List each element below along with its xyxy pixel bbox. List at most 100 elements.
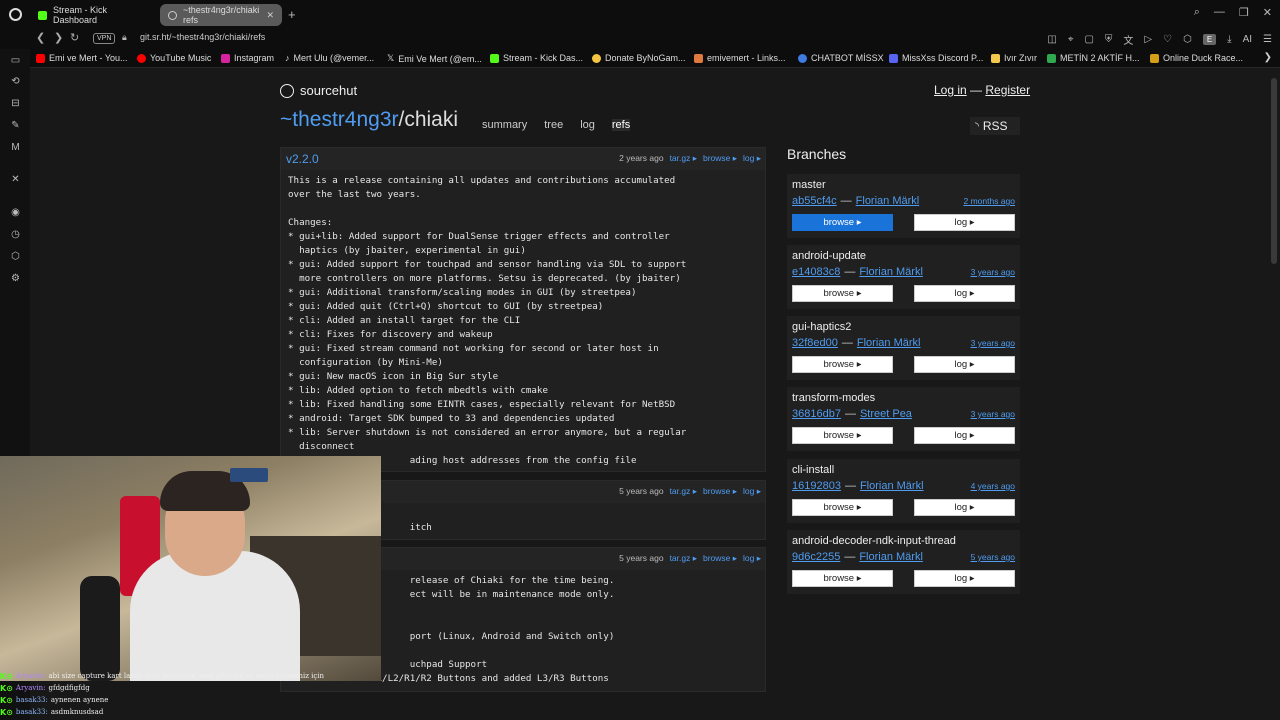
commit-age-link[interactable]: 2 months ago bbox=[963, 196, 1015, 206]
release-tag-link[interactable]: v2.2.0 bbox=[286, 152, 319, 166]
author-link[interactable]: Florian Märkl bbox=[857, 337, 921, 349]
commit-hash-link[interactable]: 16192803 bbox=[792, 480, 841, 492]
browse-button[interactable]: browse ▸ bbox=[792, 570, 893, 587]
new-tab-icon[interactable]: + bbox=[288, 7, 296, 22]
sidebar-toggle-icon[interactable]: ◫ bbox=[1047, 34, 1056, 45]
bookmark-item[interactable]: Instagram bbox=[221, 53, 274, 63]
bookmark-item[interactable]: Emi ve Mert - You... bbox=[36, 53, 128, 63]
browse-button[interactable]: browse ▸ bbox=[792, 214, 893, 231]
bookmark-item[interactable]: Online Duck Race... bbox=[1150, 53, 1243, 63]
bookmark-item[interactable]: 𝕏 Emi Ve Mert (@em... bbox=[387, 53, 482, 64]
bookmark-item[interactable]: CHATBOT MİSSX bbox=[798, 53, 884, 63]
browse-link[interactable]: browse ▸ bbox=[703, 553, 737, 564]
pin-icon[interactable]: ⌖ bbox=[1068, 34, 1074, 45]
commit-hash-link[interactable]: e14083c8 bbox=[792, 266, 840, 278]
back-icon[interactable]: ❮ bbox=[36, 31, 45, 44]
log-button[interactable]: log ▸ bbox=[914, 356, 1015, 373]
reload-icon[interactable]: ↻ bbox=[70, 31, 79, 44]
extensions-icon[interactable]: ⬡ bbox=[1183, 34, 1192, 45]
commit-hash-link[interactable]: 36816db7 bbox=[792, 408, 841, 420]
author-link[interactable]: Florian Märkl bbox=[859, 266, 923, 278]
author-link[interactable]: Florian Märkl bbox=[860, 480, 924, 492]
browse-button[interactable]: browse ▸ bbox=[792, 356, 893, 373]
commit-age-link[interactable]: 4 years ago bbox=[971, 481, 1015, 491]
log-link[interactable]: log ▸ bbox=[743, 153, 761, 164]
download-icon[interactable]: ⤓ bbox=[1227, 34, 1231, 45]
bookmark-item[interactable]: MissXss Discord P... bbox=[889, 53, 983, 63]
author-link[interactable]: Florian Märkl bbox=[859, 551, 923, 563]
browse-button[interactable]: browse ▸ bbox=[792, 499, 893, 516]
browser-logo-icon[interactable] bbox=[9, 8, 22, 21]
wallet-icon[interactable]: ⊟ bbox=[9, 98, 22, 110]
search-icon[interactable]: ⌕ bbox=[1194, 6, 1200, 19]
tab-tree[interactable]: tree bbox=[544, 119, 563, 131]
settings-icon[interactable]: ⚙ bbox=[9, 273, 22, 285]
tar-gz-link[interactable]: tar.gz ▸ bbox=[670, 553, 697, 564]
close-tab-icon[interactable]: ✕ bbox=[266, 10, 274, 21]
bookmark-item[interactable]: emivemert - Links... bbox=[694, 53, 786, 63]
log-button[interactable]: log ▸ bbox=[914, 499, 1015, 516]
translate-icon[interactable]: 文 bbox=[1123, 32, 1133, 47]
repo-owner-link[interactable]: ~thestr4ng3r bbox=[280, 108, 399, 131]
play-icon[interactable]: ▷ bbox=[1144, 34, 1152, 45]
browse-link[interactable]: browse ▸ bbox=[703, 486, 737, 497]
url-field[interactable]: git.sr.ht/~thestr4ng3r/chiaki/refs bbox=[140, 32, 265, 42]
commit-hash-link[interactable]: ab55cf4c bbox=[792, 195, 837, 207]
tab-summary[interactable]: summary bbox=[482, 119, 527, 131]
commit-age-link[interactable]: 3 years ago bbox=[971, 409, 1015, 419]
messenger-icon[interactable]: M bbox=[9, 142, 22, 154]
media-icon[interactable]: ▭ bbox=[9, 55, 22, 67]
log-button[interactable]: log ▸ bbox=[914, 285, 1015, 302]
bookmark-item[interactable]: ♪ Mert Ulu (@vemer... bbox=[285, 53, 374, 63]
bookmark-item[interactable]: METİN 2 AKTİF H... bbox=[1047, 53, 1140, 63]
pen-icon[interactable]: ✎ bbox=[9, 120, 22, 132]
shield-icon[interactable]: ⛨ bbox=[1105, 34, 1113, 45]
login-link[interactable]: Log in bbox=[934, 83, 967, 97]
forward-icon[interactable]: ❯ bbox=[54, 31, 63, 44]
commit-age-link[interactable]: 3 years ago bbox=[971, 267, 1015, 277]
record-icon[interactable]: ◉ bbox=[9, 207, 22, 219]
author-link[interactable]: Florian Märkl bbox=[856, 195, 920, 207]
tar-gz-link[interactable]: tar.gz ▸ bbox=[670, 153, 697, 164]
rss-button[interactable]: ◝ RSS bbox=[970, 117, 1020, 135]
minimize-icon[interactable]: — bbox=[1214, 6, 1225, 19]
menu-icon[interactable]: ☰ bbox=[1263, 34, 1272, 45]
clock-icon[interactable]: ◷ bbox=[9, 229, 22, 241]
browse-link[interactable]: browse ▸ bbox=[703, 153, 737, 164]
bookmark-item[interactable]: Stream - Kick Das... bbox=[490, 53, 583, 63]
tab-refs[interactable]: refs bbox=[611, 119, 631, 131]
browse-button[interactable]: browse ▸ bbox=[792, 427, 893, 444]
commit-hash-link[interactable]: 32f8ed00 bbox=[792, 337, 838, 349]
tab-log[interactable]: log bbox=[580, 119, 595, 131]
log-link[interactable]: log ▸ bbox=[743, 553, 761, 564]
tab-chiaki-refs[interactable]: ~thestr4ng3r/chiaki refs ✕ bbox=[160, 4, 282, 26]
bookmark-item[interactable]: YouTube Music bbox=[137, 53, 211, 63]
maximize-icon[interactable]: ❐ bbox=[1239, 6, 1249, 19]
heart-icon[interactable]: ♡ bbox=[1163, 34, 1172, 45]
author-link[interactable]: Street Pea bbox=[860, 408, 912, 420]
tar-gz-link[interactable]: tar.gz ▸ bbox=[670, 486, 697, 497]
tab-kick-dashboard[interactable]: Stream - Kick Dashboard bbox=[30, 4, 155, 26]
log-link[interactable]: log ▸ bbox=[743, 486, 761, 497]
commit-age-link[interactable]: 3 years ago bbox=[971, 338, 1015, 348]
history-icon[interactable]: ⟲ bbox=[9, 76, 22, 88]
chevron-right-icon[interactable]: ❯ bbox=[1264, 52, 1272, 63]
bookmark-item[interactable]: Donate ByNoGam... bbox=[592, 53, 686, 63]
close-icon[interactable]: ✕ bbox=[1263, 6, 1272, 19]
register-link[interactable]: Register bbox=[985, 83, 1030, 97]
x-icon[interactable]: ✕ bbox=[9, 174, 22, 186]
ai-button[interactable]: AI bbox=[1243, 34, 1252, 45]
log-button[interactable]: log ▸ bbox=[914, 427, 1015, 444]
cube-icon[interactable]: ⬡ bbox=[9, 251, 22, 263]
log-button[interactable]: log ▸ bbox=[914, 214, 1015, 231]
screenshot-icon[interactable]: ▢ bbox=[1084, 34, 1093, 45]
sourcehut-logo[interactable]: sourcehut bbox=[280, 83, 357, 98]
vpn-badge[interactable]: VPN bbox=[93, 33, 116, 44]
commit-age-link[interactable]: 5 years ago bbox=[971, 552, 1015, 562]
scrollbar[interactable] bbox=[1271, 78, 1277, 264]
commit-hash-link[interactable]: 9d6c2255 bbox=[792, 551, 840, 563]
browse-button[interactable]: browse ▸ bbox=[792, 285, 893, 302]
log-button[interactable]: log ▸ bbox=[914, 570, 1015, 587]
profile-badge[interactable]: E bbox=[1202, 34, 1217, 45]
lock-icon[interactable]: 🔒︎ bbox=[122, 32, 127, 43]
